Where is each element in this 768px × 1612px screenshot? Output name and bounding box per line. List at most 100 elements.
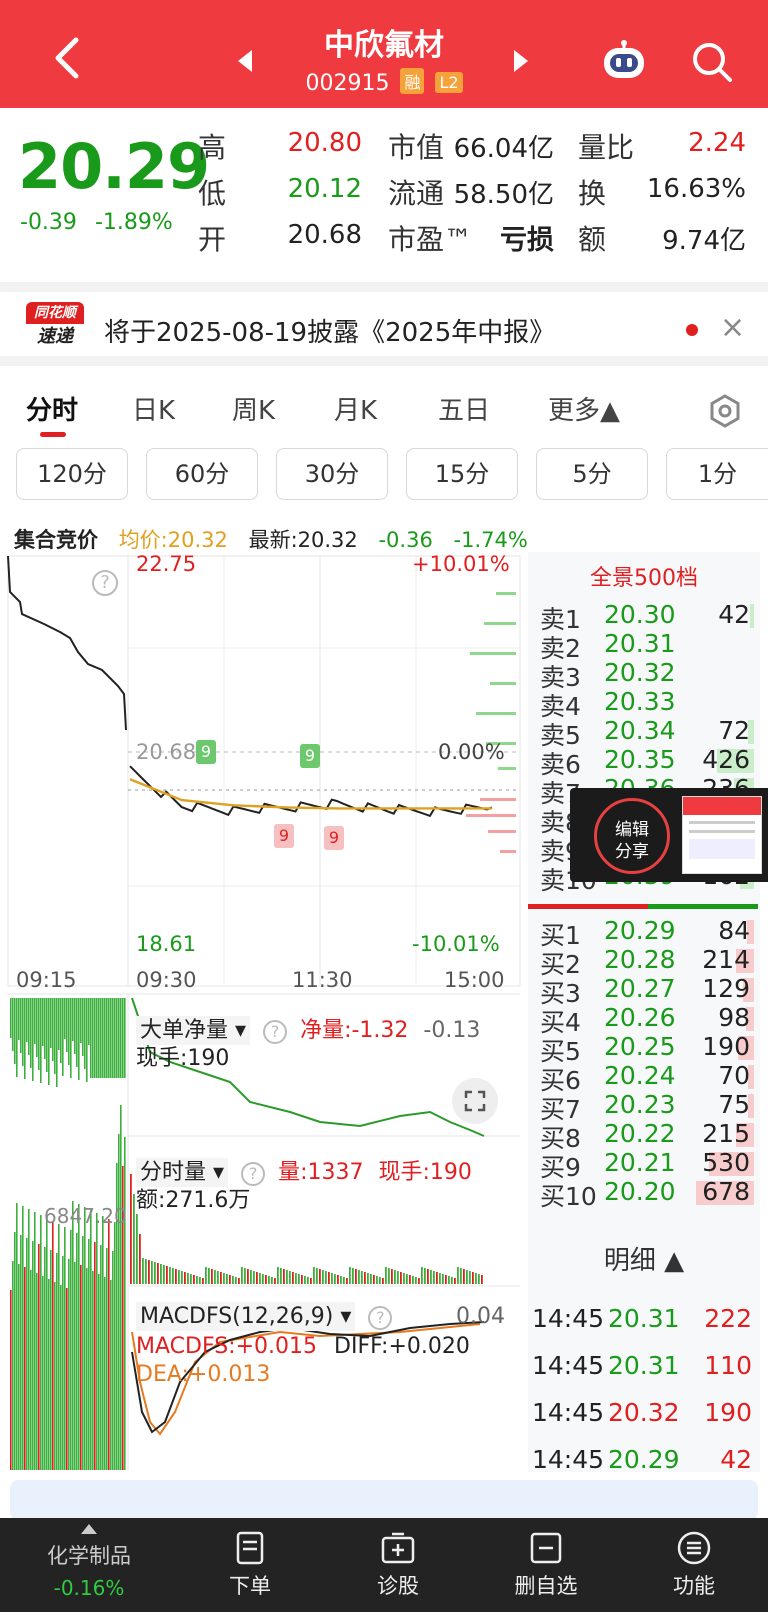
intraday-volume-bar bbox=[307, 1277, 309, 1284]
full-depth-button[interactable]: 全景500档 bbox=[528, 560, 760, 592]
search-icon[interactable] bbox=[690, 40, 734, 84]
industry-sector[interactable]: 化学制品 -0.16% bbox=[0, 1520, 178, 1612]
notice-bar[interactable]: 同花顺 速递 将于2025-08-19披露《2025年中报》 × bbox=[0, 282, 768, 354]
intraday-volume-bar bbox=[229, 1275, 231, 1284]
close-icon[interactable]: × bbox=[720, 310, 745, 345]
diagnose-button[interactable]: 诊股 bbox=[338, 1530, 458, 1600]
intraday-volume-bar bbox=[226, 1274, 228, 1284]
intraday-volume-bar bbox=[325, 1271, 327, 1284]
promo-banner[interactable] bbox=[10, 1480, 758, 1520]
sell-signal-marker[interactable]: 9 bbox=[324, 826, 344, 850]
intraday-volume-bar bbox=[355, 1269, 357, 1284]
bid-row[interactable]: 买2 20.28 214 bbox=[540, 945, 754, 979]
auction-volume-bar bbox=[100, 1245, 102, 1470]
bid-row[interactable]: 买5 20.25 190 bbox=[540, 1032, 754, 1066]
buy-signal-marker[interactable]: 9 bbox=[196, 740, 216, 764]
auction-volume-bar bbox=[96, 1213, 98, 1470]
bid-row[interactable]: 买3 20.27 129 bbox=[540, 974, 754, 1008]
robot-assistant-icon[interactable] bbox=[600, 40, 648, 82]
auction-volume-bar bbox=[98, 1274, 100, 1470]
intraday-volume-bar bbox=[151, 1261, 153, 1284]
intraday-volume-bar bbox=[406, 1274, 408, 1284]
sell-signal-marker[interactable]: 9 bbox=[274, 824, 294, 848]
screenshot-thumbnail[interactable] bbox=[682, 796, 762, 874]
share-overlay[interactable]: 编辑 分享 bbox=[570, 788, 768, 882]
auction-volume-bar bbox=[12, 1261, 14, 1470]
remove-watchlist-button[interactable]: 删自选 bbox=[486, 1530, 606, 1600]
period-120min[interactable]: 120分 bbox=[16, 448, 128, 500]
intraday-volume-bar bbox=[208, 1268, 210, 1284]
next-stock-icon[interactable] bbox=[514, 50, 528, 72]
ask-row[interactable]: 卖3 20.32 bbox=[540, 658, 754, 692]
intraday-volume-bar bbox=[436, 1272, 438, 1284]
period-5min[interactable]: 5分 bbox=[536, 448, 648, 500]
tab-intraday[interactable]: 分时 bbox=[26, 390, 78, 427]
intraday-volume-bar bbox=[178, 1270, 180, 1284]
help-icon[interactable]: ? bbox=[368, 1306, 393, 1330]
intraday-volume-bar bbox=[385, 1267, 387, 1284]
auction-volume-bar bbox=[86, 1268, 88, 1470]
function-button[interactable]: 功能 bbox=[634, 1530, 754, 1600]
depth-price: 20.25 bbox=[604, 1032, 676, 1061]
intraday-volume-bar bbox=[391, 1269, 393, 1284]
ask-row[interactable]: 卖2 20.31 bbox=[540, 629, 754, 663]
help-icon[interactable]: ? bbox=[92, 570, 118, 596]
bid-ratio-bar bbox=[648, 904, 758, 909]
trade-detail-header[interactable]: 明细 ▲ bbox=[528, 1240, 760, 1277]
bid-row[interactable]: 买9 20.21 530 bbox=[540, 1148, 754, 1182]
intraday-volume-bar bbox=[454, 1278, 456, 1284]
depth-price: 20.23 bbox=[604, 1090, 676, 1119]
period-60min[interactable]: 60分 bbox=[146, 448, 258, 500]
industry-name: 化学制品 bbox=[47, 1544, 131, 1568]
bid-row[interactable]: 买10 20.20 678 bbox=[540, 1177, 754, 1211]
period-15min[interactable]: 15分 bbox=[406, 448, 518, 500]
remove-label: 删自选 bbox=[514, 1574, 578, 1598]
bid-row[interactable]: 买6 20.24 70 bbox=[540, 1061, 754, 1095]
volume-amount: 额:271.6万 bbox=[136, 1188, 251, 1213]
intraday-volume-bar bbox=[286, 1270, 288, 1284]
macd-title: MACDFS(12,26,9) bbox=[140, 1304, 334, 1329]
auction-volume-bar bbox=[102, 998, 104, 1078]
period-30min[interactable]: 30分 bbox=[276, 448, 388, 500]
notice-text[interactable]: 将于2025-08-19披露《2025年中报》 bbox=[104, 312, 555, 349]
level2-tag[interactable]: L2 bbox=[435, 72, 463, 93]
ask-row[interactable]: 卖4 20.33 bbox=[540, 687, 754, 721]
tab-monthly-k[interactable]: 月K bbox=[334, 390, 377, 427]
help-icon[interactable]: ? bbox=[263, 1020, 288, 1044]
low-value: 20.12 bbox=[287, 174, 362, 204]
ask-row[interactable]: 卖1 20.30 42 bbox=[540, 600, 754, 634]
edit-share-button[interactable]: 编辑 分享 bbox=[594, 798, 670, 874]
stock-code: 002915 bbox=[305, 71, 390, 96]
intraday-volume-bar bbox=[328, 1272, 330, 1284]
tick-volume: 42 bbox=[720, 1445, 752, 1474]
auction-volume-bar bbox=[22, 998, 24, 1066]
ask-row[interactable]: 卖5 20.34 72 bbox=[540, 716, 754, 750]
bid-row[interactable]: 买1 20.29 84 bbox=[540, 916, 754, 950]
ask-ratio-bar bbox=[528, 904, 648, 909]
auction-volume-bar bbox=[114, 1222, 116, 1470]
bid-row[interactable]: 买8 20.22 215 bbox=[540, 1119, 754, 1153]
auction-volume-bar bbox=[44, 998, 46, 1059]
auction-volume-bar bbox=[36, 1273, 38, 1470]
ask-row[interactable]: 卖6 20.35 426 bbox=[540, 745, 754, 779]
auction-volume-bar bbox=[104, 1277, 106, 1470]
intraday-volume-bar bbox=[175, 1269, 177, 1284]
auction-volume-bar bbox=[92, 998, 94, 1078]
period-1min[interactable]: 1分 bbox=[666, 448, 768, 500]
tab-daily-k[interactable]: 日K bbox=[132, 390, 175, 427]
fullscreen-icon[interactable] bbox=[452, 1078, 498, 1124]
depth-volume: 84 bbox=[718, 916, 750, 945]
tab-five-day[interactable]: 五日 bbox=[438, 390, 490, 427]
intraday-chart[interactable]: ? 22.75 +10.01% 20.68 0.00% 18.61 -10.01… bbox=[0, 552, 528, 1472]
buy-signal-marker[interactable]: 9 bbox=[300, 744, 320, 768]
macd-selector[interactable]: MACDFS(12,26,9) ▾ bbox=[136, 1302, 356, 1331]
tab-more[interactable]: 更多▲ bbox=[548, 390, 620, 427]
intraday-volume-bar bbox=[244, 1268, 246, 1284]
bid-row[interactable]: 买7 20.23 75 bbox=[540, 1090, 754, 1124]
settings-hexagon-icon[interactable] bbox=[708, 394, 742, 428]
tab-weekly-k[interactable]: 周K bbox=[232, 390, 275, 427]
bid-row[interactable]: 买4 20.26 98 bbox=[540, 1003, 754, 1037]
intraday-volume-bar bbox=[232, 1276, 234, 1284]
order-button[interactable]: 下单 bbox=[190, 1530, 310, 1600]
margin-tag: 融 bbox=[400, 68, 425, 94]
